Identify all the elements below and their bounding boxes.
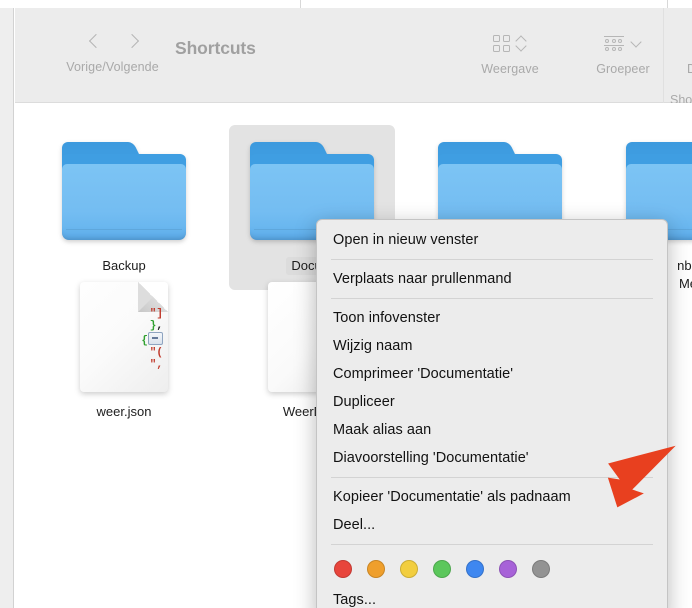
- json-document-icon: "] }, { "( ",: [41, 271, 207, 403]
- up-down-chevron-icon: [516, 35, 527, 52]
- file-item-weer-json[interactable]: "] }, { "( ", weer.json: [41, 271, 207, 421]
- sidebar[interactable]: [0, 8, 14, 608]
- chevron-right-icon[interactable]: [124, 34, 138, 48]
- menu-item-move-to-trash[interactable]: Verplaats naar prullenmand: [317, 265, 667, 293]
- menu-item-get-info[interactable]: Toon infovenster: [317, 304, 667, 332]
- chevron-down-icon: [630, 37, 642, 49]
- menu-item-rename[interactable]: Wijzig naam: [317, 332, 667, 360]
- toolbar: Vorige/Volgende Shortcuts Weergave Groep…: [15, 8, 692, 107]
- file-label: nbo: [677, 258, 692, 273]
- group-button[interactable]: Groepeer: [585, 30, 661, 76]
- desktop-strip: [0, 0, 692, 8]
- menu-item-compress[interactable]: Comprimeer 'Documentatie': [317, 360, 667, 388]
- toolbar-divider: [663, 8, 664, 103]
- menu-separator: [331, 544, 653, 545]
- view-label: Weergave: [481, 62, 539, 76]
- share-button[interactable]: Deel: [670, 30, 692, 76]
- tag-color-yellow[interactable]: [400, 560, 418, 578]
- group-label: Groepeer: [596, 62, 650, 76]
- tag-color-gray[interactable]: [532, 560, 550, 578]
- tag-color-row[interactable]: [317, 550, 667, 586]
- page-title: Shortcuts: [175, 38, 256, 58]
- menu-item-slideshow[interactable]: Diavoorstelling 'Documentatie': [317, 444, 667, 472]
- file-item-backup[interactable]: Backup: [41, 125, 207, 275]
- tag-color-purple[interactable]: [499, 560, 517, 578]
- context-menu[interactable]: Open in nieuw venster Verplaats naar pru…: [316, 219, 668, 608]
- menu-item-duplicate[interactable]: Dupliceer: [317, 388, 667, 416]
- desktop-seam-right: [667, 0, 668, 8]
- menu-item-open-in-new-window[interactable]: Open in nieuw venster: [317, 226, 667, 254]
- tag-color-red[interactable]: [334, 560, 352, 578]
- menu-separator: [331, 259, 653, 260]
- menu-item-copy-as-pathname[interactable]: Kopieer 'Documentatie' als padnaam: [317, 483, 667, 511]
- folder-icon: [41, 125, 207, 257]
- share-label: Deel: [686, 62, 692, 76]
- file-label: weer.json: [96, 404, 152, 419]
- desktop-seam-left: [300, 0, 301, 8]
- chevron-left-icon[interactable]: [88, 34, 102, 48]
- view-button[interactable]: Weergave: [470, 30, 550, 76]
- finder-window: Vorige/Volgende Shortcuts Weergave Groep…: [0, 8, 692, 608]
- tag-color-blue[interactable]: [466, 560, 484, 578]
- finder-window-screenshot: Vorige/Volgende Shortcuts Weergave Groep…: [0, 0, 692, 608]
- group-by-icon: [604, 35, 624, 52]
- menu-item-tags[interactable]: Tags...: [317, 586, 667, 608]
- menu-item-make-alias[interactable]: Maak alias aan: [317, 416, 667, 444]
- navigation-group: Vorige/Volgende: [60, 28, 165, 74]
- tag-color-green[interactable]: [433, 560, 451, 578]
- tag-color-orange[interactable]: [367, 560, 385, 578]
- file-label-line2: Me: [678, 276, 692, 291]
- menu-item-share[interactable]: Deel...: [317, 511, 667, 539]
- navigation-label: Vorige/Volgende: [66, 60, 159, 74]
- menu-separator: [331, 477, 653, 478]
- grid-view-icon: [493, 34, 510, 52]
- menu-separator: [331, 298, 653, 299]
